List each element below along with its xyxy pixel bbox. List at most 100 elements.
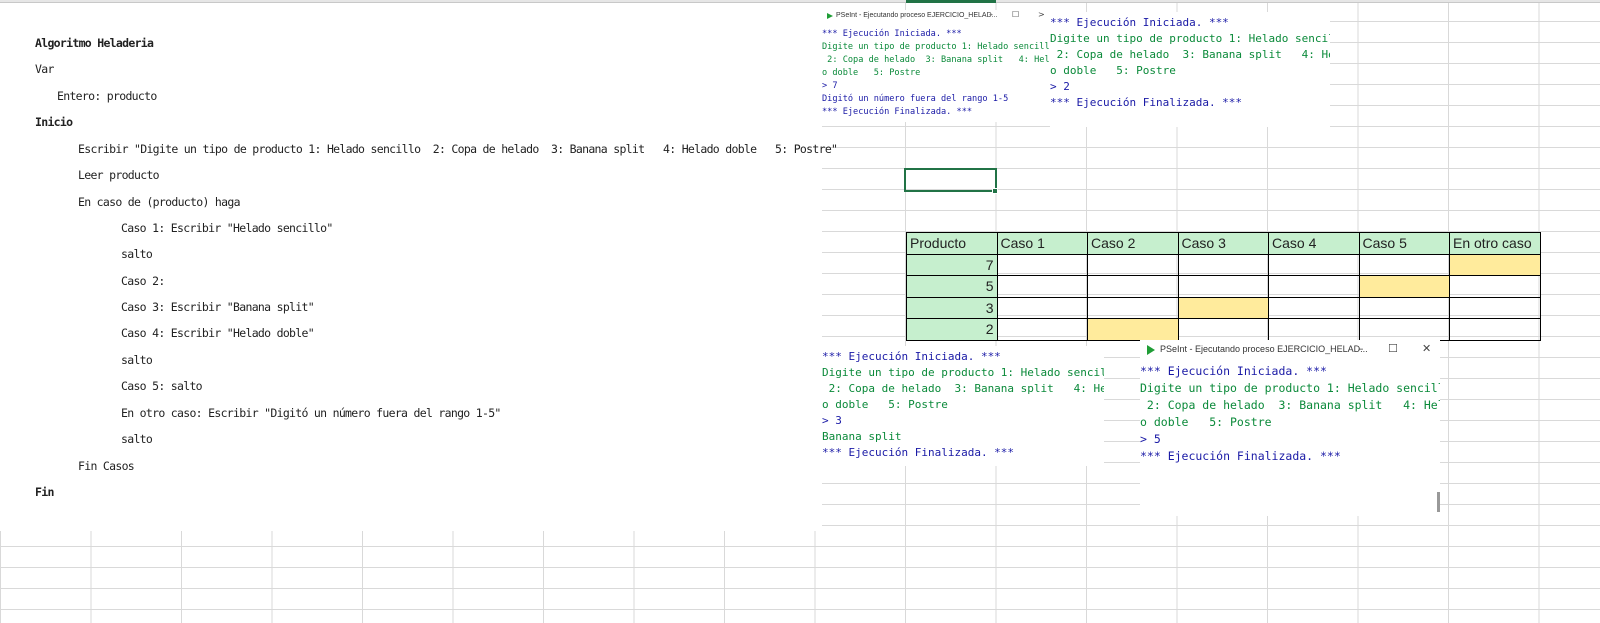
table-cell[interactable]: [996, 296, 1088, 319]
minimize-button[interactable]: –: [1358, 342, 1364, 355]
console-line: o doble 5: Postre: [822, 398, 948, 411]
console-line: Banana split: [822, 430, 902, 443]
table-cell[interactable]: [1087, 296, 1179, 319]
table-cell[interactable]: [1449, 296, 1541, 319]
producto-cell[interactable]: 2: [906, 318, 998, 341]
code-line: Inicio: [35, 115, 73, 129]
console-scrollbar[interactable]: [1437, 492, 1440, 512]
code-line: Entero: producto: [57, 89, 157, 103]
console-line: o doble 5: Postre: [822, 68, 921, 78]
selected-cell[interactable]: [904, 168, 997, 192]
table-cell[interactable]: [1449, 318, 1541, 341]
minimize-button[interactable]: –: [989, 10, 993, 19]
table-cell[interactable]: [1087, 275, 1179, 298]
table-cell[interactable]: [1268, 318, 1360, 341]
code-line: Leer producto: [78, 168, 160, 182]
console-line: Digite un tipo de producto 1: Helado sen…: [822, 366, 1104, 379]
code-line: Fin: [35, 485, 54, 499]
table-cell-highlighted[interactable]: [1449, 253, 1541, 276]
maximize-button[interactable]: ☐: [1388, 342, 1398, 355]
console-line: *** Ejecución Finalizada. ***: [1050, 96, 1243, 109]
close-button[interactable]: ✕: [1422, 342, 1431, 355]
code-line: Fin Casos: [78, 459, 135, 473]
code-line: Algoritmo Heladeria: [35, 36, 154, 50]
console-line: Digite un tipo de producto 1: Helado sen…: [822, 42, 1050, 52]
table-cell[interactable]: [1177, 318, 1269, 341]
table-cell[interactable]: [1268, 253, 1360, 276]
table-cell[interactable]: [996, 275, 1088, 298]
table-header-row: Producto Caso 1 Caso 2 Caso 3 Caso 4 Cas…: [906, 232, 1541, 255]
code-line: Var: [35, 62, 54, 76]
console-line: *** Ejecución Iniciada. ***: [1050, 16, 1229, 29]
producto-cell[interactable]: 3: [906, 296, 998, 319]
code-line: Caso 1: Escribir "Helado sencillo": [121, 221, 333, 235]
console-titlebar[interactable]: PSeInt - Ejecutando proceso EJERCICIO_HE…: [1140, 340, 1440, 360]
header-cell[interactable]: Producto: [906, 232, 998, 255]
console-line: 2: Copa de helado 3: Banana split 4: Hel…: [1050, 48, 1330, 61]
console-line: Digitó un número fuera del rango 1-5: [822, 94, 1009, 104]
table-cell-highlighted[interactable]: [1087, 318, 1179, 341]
code-line: Caso 5: salto: [121, 379, 203, 393]
active-column-indicator: [906, 0, 996, 3]
console-window-3[interactable]: *** Ejecución Iniciada. *** Digite un ti…: [822, 346, 1104, 466]
console-window-4[interactable]: PSeInt - Ejecutando proceso EJERCICIO_HE…: [1140, 340, 1440, 516]
pseint-run-icon: [827, 13, 833, 19]
header-cell[interactable]: En otro caso: [1449, 232, 1541, 255]
pseudocode-document: Algoritmo Heladeria Var Entero: producto…: [0, 3, 838, 531]
console-line: *** Ejecución Finalizada. ***: [1140, 449, 1341, 463]
console-line: *** Ejecución Finalizada. ***: [822, 446, 1015, 459]
table-row: 3: [906, 296, 1541, 319]
console-line: 2: Copa de helado 3: Banana split 4: Hel…: [822, 382, 1104, 395]
console-line: 2: Copa de helado 3: Banana split 4: Hel…: [1140, 398, 1440, 412]
console-line: *** Ejecución Finalizada. ***: [822, 107, 973, 117]
code-line: Caso 2:: [121, 274, 165, 288]
table-cell[interactable]: [1268, 296, 1360, 319]
fill-handle[interactable]: [992, 188, 998, 194]
table-cell[interactable]: [1358, 253, 1450, 276]
producto-cell[interactable]: 5: [906, 275, 998, 298]
table-row: 2: [906, 318, 1541, 341]
code-line: Escribir "Digite un tipo de producto 1: …: [78, 142, 838, 156]
table-cell[interactable]: [1087, 253, 1179, 276]
table-cell[interactable]: [1449, 275, 1541, 298]
code-line: Caso 3: Escribir "Banana split": [121, 300, 315, 314]
console-line: > 5: [1140, 432, 1161, 446]
code-line: En caso de (producto) haga: [78, 195, 241, 209]
pseint-run-icon: [1147, 345, 1155, 355]
console-titlebar[interactable]: PSeInt - Ejecutando proceso EJERCICIO_HE…: [822, 10, 1050, 24]
console-line: *** Ejecución Iniciada. ***: [822, 350, 1001, 363]
code-line: En otro caso: Escribir "Digitó un número…: [121, 406, 501, 420]
table-row: 5: [906, 275, 1541, 298]
header-cell[interactable]: Caso 5: [1358, 232, 1450, 255]
console-line: Digite un tipo de producto 1: Helado sen…: [1140, 381, 1440, 395]
console-line: *** Ejecución Iniciada. ***: [822, 29, 962, 39]
header-cell[interactable]: Caso 3: [1177, 232, 1269, 255]
table-cell[interactable]: [996, 253, 1088, 276]
console-line: > 2: [1050, 80, 1070, 93]
table-cell[interactable]: [1358, 296, 1450, 319]
console-window-1[interactable]: PSeInt - Ejecutando proceso EJERCICIO_HE…: [822, 10, 1050, 122]
header-cell[interactable]: Caso 4: [1268, 232, 1360, 255]
maximize-button[interactable]: ☐: [1012, 10, 1019, 19]
console-line: Digite un tipo de producto 1: Helado sen…: [1050, 32, 1330, 45]
table-cell[interactable]: [1268, 275, 1360, 298]
console-line: 2: Copa de helado 3: Banana split 4: Hel…: [822, 55, 1050, 65]
console-line: o doble 5: Postre: [1050, 64, 1176, 77]
console-title: PSeInt - Ejecutando proceso EJERCICIO_HE…: [836, 12, 998, 19]
table-cell[interactable]: [996, 318, 1088, 341]
result-table: Producto Caso 1 Caso 2 Caso 3 Caso 4 Cas…: [906, 232, 1541, 341]
header-cell[interactable]: Caso 1: [996, 232, 1088, 255]
console-window-2[interactable]: *** Ejecución Iniciada. *** Digite un ti…: [1050, 12, 1330, 127]
table-cell[interactable]: [1177, 275, 1269, 298]
header-cell[interactable]: Caso 2: [1087, 232, 1179, 255]
table-cell[interactable]: [1177, 253, 1269, 276]
table-row: 7: [906, 253, 1541, 276]
table-cell-highlighted[interactable]: [1177, 296, 1269, 319]
console-line: > 7: [822, 81, 838, 91]
close-button[interactable]: >: [1038, 10, 1045, 19]
producto-cell[interactable]: 7: [906, 253, 998, 276]
table-cell-highlighted[interactable]: [1358, 275, 1450, 298]
table-cell[interactable]: [1358, 318, 1450, 341]
console-line: > 3: [822, 414, 842, 427]
console-line: o doble 5: Postre: [1140, 415, 1272, 429]
